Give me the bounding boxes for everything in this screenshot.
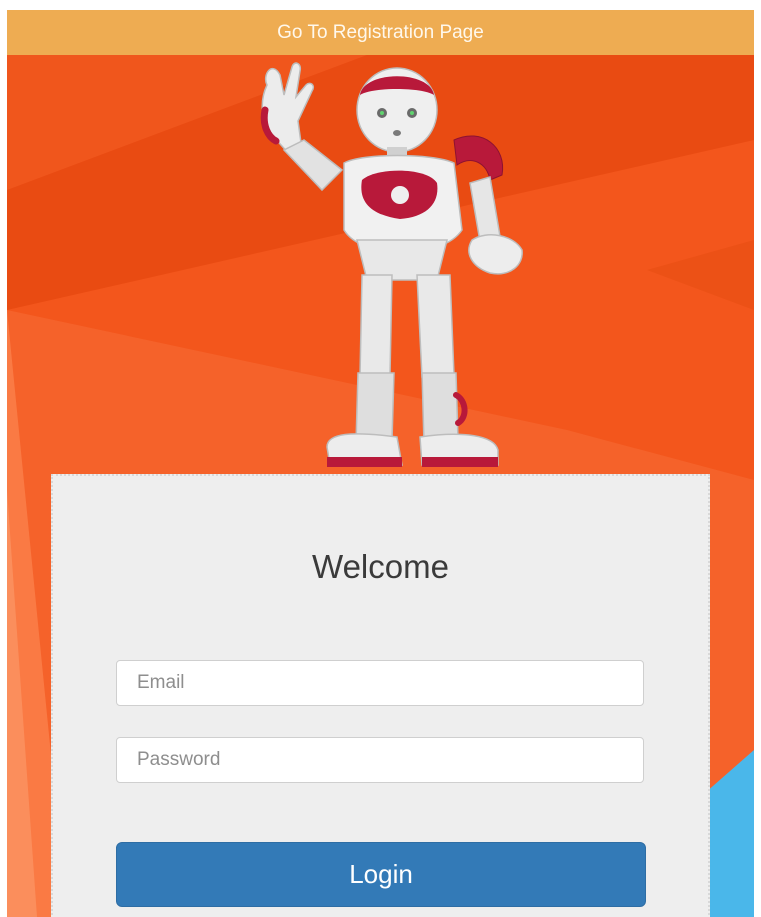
password-input[interactable] — [116, 737, 644, 783]
login-panel: Welcome Login — [51, 474, 710, 917]
welcome-heading: Welcome — [312, 548, 449, 585]
login-button[interactable]: Login — [116, 842, 646, 907]
email-input[interactable] — [116, 660, 644, 706]
robot-illustration — [260, 62, 523, 467]
app-frame: Go To Registration Page Welcome Email Lo… — [7, 10, 754, 917]
registration-link[interactable]: Go To Registration Page — [7, 10, 754, 55]
